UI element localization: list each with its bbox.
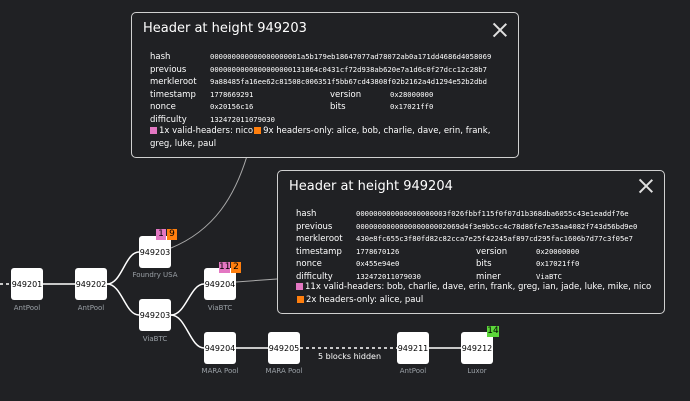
pink-square-icon bbox=[296, 283, 303, 290]
header-summary: 11x valid-headers: bob, charlie, dave, e… bbox=[296, 281, 656, 306]
timestamp-value: 1778669291 bbox=[210, 89, 254, 99]
field-label: version bbox=[476, 246, 508, 257]
miner-label: Luxor bbox=[467, 367, 487, 375]
miner-label: AntPool bbox=[399, 367, 427, 375]
timestamp-value: 1778670126 bbox=[356, 246, 400, 256]
miner-label: ViaBTC bbox=[207, 304, 233, 312]
previous-value: 0000000000000000000131864c0431cf72d938ab… bbox=[210, 64, 487, 74]
miner-label: AntPool bbox=[13, 304, 41, 312]
field-label: previous bbox=[150, 64, 187, 75]
block-height: 949202 bbox=[75, 279, 107, 289]
headers-only-text: 2x headers-only: alice, paul bbox=[306, 294, 424, 305]
close-icon[interactable] bbox=[492, 22, 508, 38]
headers-only-badge: 2 bbox=[231, 262, 241, 273]
field-label: timestamp bbox=[150, 89, 196, 100]
block-node[interactable]: 949211 bbox=[397, 332, 429, 364]
block-height: 949204 bbox=[204, 343, 236, 353]
merkleroot-value: 9a88485fa16ee62c81508c006351f5bb67cd4380… bbox=[210, 77, 487, 86]
block-height: 949212 bbox=[461, 343, 493, 353]
miner-label: MARA Pool bbox=[201, 367, 239, 375]
nonce-value: 0x20156c16 bbox=[210, 102, 254, 111]
block-height: 949205 bbox=[268, 343, 300, 353]
panel-title: Header at height 949204 bbox=[289, 179, 453, 194]
header-panel: Header at height 949204 hash 000000000000… bbox=[277, 170, 665, 314]
block-height: 949203 bbox=[139, 310, 171, 320]
field-label: hash bbox=[296, 209, 317, 219]
merkleroot-value: 430e8fc655c3f80fd82c82cca7e25f42245af897… bbox=[356, 234, 633, 243]
miner-label: MARA Pool bbox=[265, 367, 303, 375]
hidden-blocks-label: 5 blocks hidden bbox=[318, 352, 382, 361]
valid-headers-text: 11x valid-headers: bob, charlie, dave, e… bbox=[305, 282, 652, 292]
field-label: bits bbox=[476, 259, 492, 269]
hash-value: 000000000000000000003f026fbbf115f0f07d1b… bbox=[356, 209, 629, 218]
orange-square-icon bbox=[254, 127, 262, 134]
miner-label: ViaBTC bbox=[142, 335, 168, 343]
header-panel: Header at height 949203 hash 000000000000… bbox=[131, 12, 519, 158]
field-label: hash bbox=[150, 52, 171, 62]
field-label: merkleroot bbox=[296, 234, 343, 244]
block-height: 949211 bbox=[397, 343, 429, 353]
header-summary: 1x valid-headers: nico 9x headers-only: a… bbox=[150, 125, 500, 150]
field-label: bits bbox=[330, 102, 346, 112]
orange-square-icon bbox=[297, 295, 304, 303]
version-value: 0x20000000 bbox=[536, 246, 580, 256]
block-node[interactable]: 949201 bbox=[11, 268, 43, 300]
field-label: timestamp bbox=[296, 246, 342, 257]
block-node[interactable]: 949202 bbox=[75, 268, 107, 300]
block-node[interactable]: 949203 bbox=[139, 299, 171, 331]
header-fields: hash 000000000000000000003f026fbbf115f0f0… bbox=[296, 208, 637, 283]
block-height: 949201 bbox=[11, 279, 43, 289]
nonce-value: 0x455e94e0 bbox=[356, 259, 400, 268]
miner-label: Foundry USA bbox=[132, 271, 178, 279]
valid-headers-badge: 11 bbox=[219, 262, 231, 273]
pink-square-icon bbox=[150, 127, 157, 134]
miner-label: AntPool bbox=[77, 304, 105, 312]
block-node[interactable]: 949204 bbox=[204, 332, 236, 364]
block-height: 949203 bbox=[139, 247, 171, 257]
headers-only-badge: 9 bbox=[167, 229, 177, 240]
bits-value: 0x17021ff0 bbox=[536, 259, 580, 268]
block-node[interactable]: 949203 bbox=[139, 236, 171, 268]
block-height: 949204 bbox=[204, 279, 236, 289]
valid-headers-badge: 14 bbox=[487, 326, 499, 337]
field-label: nonce bbox=[296, 259, 322, 269]
block-node[interactable]: 949205 bbox=[268, 332, 300, 364]
panel-title: Header at height 949203 bbox=[143, 21, 307, 36]
bits-value: 0x17021ff0 bbox=[390, 102, 434, 111]
valid-headers-badge: 1 bbox=[156, 229, 166, 240]
valid-headers-text: 1x valid-headers: nico bbox=[159, 126, 254, 136]
header-fields: hash 000000000000000000001a5b179eb1864707… bbox=[150, 51, 491, 126]
field-label: previous bbox=[296, 221, 333, 232]
previous-value: 000000000000000000002069d4f3e9b5cc4c78d8… bbox=[356, 221, 638, 231]
field-label: version bbox=[330, 89, 362, 100]
close-icon[interactable] bbox=[638, 178, 654, 194]
field-label: nonce bbox=[150, 102, 176, 112]
hash-value: 000000000000000000001a5b179eb18647077ad7… bbox=[210, 52, 492, 61]
version-value: 0x28000000 bbox=[390, 89, 434, 99]
field-label: merkleroot bbox=[150, 77, 197, 87]
